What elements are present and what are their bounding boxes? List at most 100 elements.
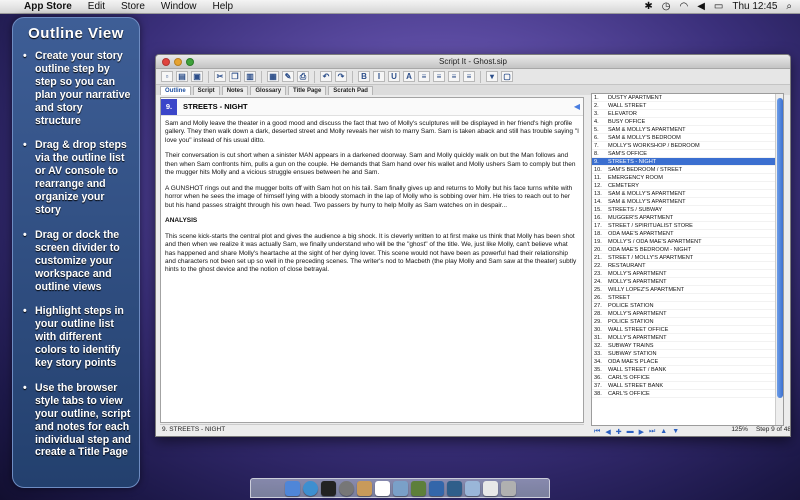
tab-scratch-pad[interactable]: Scratch Pad xyxy=(328,86,373,95)
highlight-color-icon[interactable]: ▾ xyxy=(486,71,498,82)
outline-step-row[interactable]: 28. MOLLY'S APARTMENT xyxy=(592,310,783,318)
outline-step-row[interactable]: 37. WALL STREET BANK xyxy=(592,382,783,390)
menu-window[interactable]: Window xyxy=(153,1,205,12)
tab-glossary[interactable]: Glossary xyxy=(250,86,287,95)
zoom-level[interactable]: 125% xyxy=(731,426,748,436)
app-store-icon[interactable] xyxy=(302,480,318,496)
step-text[interactable]: Sam and Molly leave the theater in a goo… xyxy=(161,116,583,286)
address-book-icon[interactable] xyxy=(356,480,372,496)
align-right-icon[interactable]: ≡ xyxy=(448,71,460,82)
outline-step-row[interactable]: 14. SAM & MOLLY'S APARTMENT xyxy=(592,198,783,206)
outline-step-row[interactable]: 2. WALL STREET xyxy=(592,102,783,110)
outline-step-row[interactable]: 29. POLICE STATION xyxy=(592,318,783,326)
script-it-icon[interactable] xyxy=(410,480,426,496)
outline-step-row[interactable]: 25. WILLY LOPEZ'S APARTMENT xyxy=(592,286,783,294)
save-icon[interactable]: ▣ xyxy=(191,71,203,82)
undo-icon[interactable]: ↶ xyxy=(320,71,332,82)
outline-step-row[interactable]: 36. CARL'S OFFICE xyxy=(592,374,783,382)
outline-step-row[interactable]: 33. SUBWAY STATION xyxy=(592,350,783,358)
text-color-icon[interactable]: A xyxy=(403,71,415,82)
first-step-icon[interactable]: ⏮ xyxy=(594,428,600,436)
outline-step-row[interactable]: 32. SUBWAY TRAINS xyxy=(592,342,783,350)
outline-step-row[interactable]: 16. MUGGER'S APARTMENT xyxy=(592,214,783,222)
remove-step-icon[interactable]: ▬ xyxy=(627,428,634,435)
time-machine-dock-icon[interactable] xyxy=(446,480,462,496)
preview-icon[interactable] xyxy=(392,480,408,496)
next-step-icon[interactable]: ▶ xyxy=(639,428,644,436)
outline-step-row[interactable]: 6. SAM & MOLLY'S BEDROOM xyxy=(592,134,783,142)
outline-step-row[interactable]: 11. EMERGENCY ROOM xyxy=(592,174,783,182)
underline-icon[interactable]: U xyxy=(388,71,400,82)
outline-scrollbar[interactable] xyxy=(775,94,783,425)
outline-step-row[interactable]: 30. WALL STREET OFFICE xyxy=(592,326,783,334)
wifi-icon[interactable]: ◠ xyxy=(679,1,688,12)
library-icon[interactable]: ▦ xyxy=(267,71,279,82)
open-icon[interactable]: ▤ xyxy=(176,71,188,82)
justify-icon[interactable]: ≡ xyxy=(463,71,475,82)
add-step-icon[interactable]: ✚ xyxy=(616,428,622,436)
system-preferences-icon[interactable] xyxy=(428,480,444,496)
menu-help[interactable]: Help xyxy=(205,1,242,12)
new-document-icon[interactable]: ▫ xyxy=(161,71,173,82)
outline-step-row[interactable]: 8. SAM'S OFFICE xyxy=(592,150,783,158)
outline-step-row[interactable]: 13. SAM & MOLLY'S APARTMENT xyxy=(592,190,783,198)
outline-step-row[interactable]: 31. MOLLY'S APARTMENT xyxy=(592,334,783,342)
volume-icon[interactable]: ◀ xyxy=(697,1,705,12)
outline-step-row[interactable]: 7. MOLLY'S WORKSHOP / BEDROOM xyxy=(592,142,783,150)
edit-icon[interactable]: ✎ xyxy=(282,71,294,82)
battery-icon[interactable]: ▭ xyxy=(714,1,723,12)
bluetooth-icon[interactable]: ✱ xyxy=(644,1,652,12)
outline-step-row[interactable]: 23. MOLLY'S APARTMENT xyxy=(592,270,783,278)
outline-step-row[interactable]: 9. STREETS - NIGHT xyxy=(592,158,783,166)
outline-step-row[interactable]: 35. WALL STREET / BANK xyxy=(592,366,783,374)
outline-step-row[interactable]: 1. DUSTY APARTMENT xyxy=(592,94,783,102)
outline-step-row[interactable]: 22. RESTAURANT xyxy=(592,262,783,270)
tab-outline[interactable]: Outline xyxy=(160,86,191,95)
redo-icon[interactable]: ↷ xyxy=(335,71,347,82)
trash-icon[interactable] xyxy=(500,480,516,496)
collapse-arrow-icon[interactable]: ◀ xyxy=(574,102,580,111)
applications-folder-icon[interactable] xyxy=(464,480,480,496)
outline-step-row[interactable]: 26. STREET xyxy=(592,294,783,302)
align-left-icon[interactable]: ≡ xyxy=(418,71,430,82)
outline-step-row[interactable]: 17. STREET / SPIRITUALIST STORE xyxy=(592,222,783,230)
italic-icon[interactable]: I xyxy=(373,71,385,82)
tab-script[interactable]: Script xyxy=(192,86,220,95)
move-up-icon[interactable]: ▲ xyxy=(660,428,667,435)
menu-app-store[interactable]: App Store xyxy=(20,1,80,12)
previous-step-icon[interactable]: ◀ xyxy=(605,428,610,436)
time-machine-icon[interactable]: ◷ xyxy=(662,1,671,12)
outline-step-row[interactable]: 19. MOLLY'S / ODA MAE'S APARTMENT xyxy=(592,238,783,246)
bold-icon[interactable]: B xyxy=(358,71,370,82)
outline-step-row[interactable]: 18. ODA MAE'S APARTMENT xyxy=(592,230,783,238)
calendar-icon[interactable] xyxy=(374,480,390,496)
outline-step-row[interactable]: 34. ODA MAE'S PLACE xyxy=(592,358,783,366)
outline-step-row[interactable]: 27. POLICE STATION xyxy=(592,302,783,310)
tab-title-page[interactable]: Title Page xyxy=(288,86,327,95)
outline-step-row[interactable]: 10. SAM'S BEDROOM / STREET xyxy=(592,166,783,174)
outline-step-row[interactable]: 21. STREET / MOLLY'S APARTMENT xyxy=(592,254,783,262)
scrollbar-thumb[interactable] xyxy=(777,98,783,398)
outline-step-row[interactable]: 38. CARL'S OFFICE xyxy=(592,390,783,398)
layout-icon[interactable]: ▢ xyxy=(501,71,513,82)
last-step-icon[interactable]: ⏭ xyxy=(649,428,655,436)
outline-editor[interactable]: 9. STREETS - NIGHT ◀ Sam and Molly leave… xyxy=(160,97,584,423)
document-icon[interactable] xyxy=(482,480,498,496)
menu-clock[interactable]: Thu 12:45 xyxy=(732,1,777,12)
paste-icon[interactable]: ▥ xyxy=(244,71,256,82)
print-icon[interactable]: ⎙ xyxy=(297,71,309,82)
menu-store[interactable]: Store xyxy=(113,1,153,12)
outline-step-row[interactable]: 3. ELEVATOR xyxy=(592,110,783,118)
outline-step-row[interactable]: 12. CEMETERY xyxy=(592,182,783,190)
spotlight-icon[interactable]: ⌕ xyxy=(786,1,792,12)
finder-icon[interactable] xyxy=(284,480,300,496)
outline-step-row[interactable]: 5. SAM & MOLLY'S APARTMENT xyxy=(592,126,783,134)
terminal-icon[interactable] xyxy=(320,480,336,496)
cut-icon[interactable]: ✂ xyxy=(214,71,226,82)
outline-step-row[interactable]: 20. ODA MAE'S BEDROOM - NIGHT xyxy=(592,246,783,254)
menu-edit[interactable]: Edit xyxy=(80,1,113,12)
outline-step-row[interactable]: 15. STREETS / SUBWAY xyxy=(592,206,783,214)
outline-list[interactable]: 1. DUSTY APARTMENT 2. WALL STREET 3. ELEVATOR… xyxy=(591,93,784,426)
outline-step-row[interactable]: 4. BUSY OFFICE xyxy=(592,118,783,126)
move-down-icon[interactable]: ▼ xyxy=(672,428,679,435)
